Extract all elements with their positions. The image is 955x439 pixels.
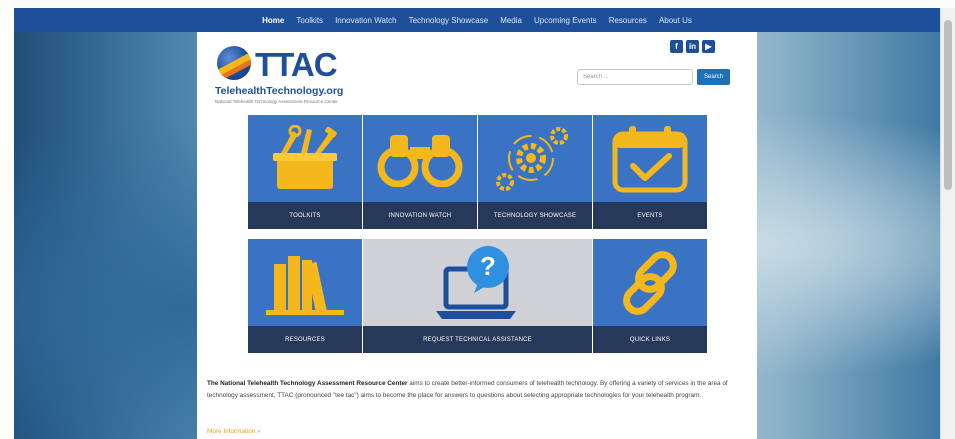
logo-tagline: National Telehealth Technology Assessmen…	[215, 99, 338, 104]
laptop-question-icon: ?	[363, 239, 592, 326]
about-paragraph: The National Telehealth Technology Asses…	[207, 378, 742, 401]
tile-events[interactable]: EVENTS	[593, 115, 707, 229]
gears-icon	[478, 115, 592, 202]
tile-label: QUICK LINKS	[593, 326, 707, 353]
logo-title: TTAC	[255, 46, 338, 83]
tile-request-technical-assistance[interactable]: ? REQUEST TECHNICAL ASSISTANCE	[363, 239, 592, 353]
tile-resources[interactable]: RESOURCES	[248, 239, 362, 353]
search-button[interactable]: Search	[697, 69, 730, 85]
nav-toolkits[interactable]: Toolkits	[296, 16, 323, 25]
nav-media[interactable]: Media	[500, 16, 522, 25]
nav-resources[interactable]: Resources	[609, 16, 647, 25]
linkedin-icon[interactable]: in	[686, 40, 699, 53]
tile-quick-links[interactable]: QUICK LINKS	[593, 239, 707, 353]
tile-technology-showcase[interactable]: TECHNOLOGY SHOWCASE	[478, 115, 592, 229]
scrollbar-thumb[interactable]	[944, 20, 952, 190]
youtube-icon[interactable]: ▶	[702, 40, 715, 53]
ttac-logo[interactable]: TTAC TelehealthTechnology.org National T…	[215, 44, 355, 106]
main-content-panel: TTAC TelehealthTechnology.org National T…	[197, 32, 757, 439]
tile-label: TOOLKITS	[248, 202, 362, 229]
search-input[interactable]	[577, 69, 693, 85]
page-scrollbar[interactable]	[940, 8, 955, 439]
main-navbar: Home Toolkits Innovation Watch Technolog…	[14, 8, 940, 32]
org-name: The National Telehealth Technology Asses…	[207, 380, 408, 387]
binoculars-icon	[363, 115, 477, 202]
nav-innovation-watch[interactable]: Innovation Watch	[335, 16, 397, 25]
calendar-icon	[593, 115, 707, 202]
nav-upcoming-events[interactable]: Upcoming Events	[534, 16, 597, 25]
nav-home[interactable]: Home	[262, 16, 284, 25]
nav-technology-showcase[interactable]: Technology Showcase	[409, 16, 489, 25]
toolbox-icon	[248, 115, 362, 202]
tile-label: RESOURCES	[248, 326, 362, 353]
tile-label: EVENTS	[593, 202, 707, 229]
facebook-icon[interactable]: f	[670, 40, 683, 53]
chain-link-icon	[593, 239, 707, 326]
svg-text:?: ?	[480, 251, 496, 281]
nav-about-us[interactable]: About Us	[659, 16, 692, 25]
tile-label: INNOVATION WATCH	[363, 202, 477, 229]
tile-label: REQUEST TECHNICAL ASSISTANCE	[363, 326, 592, 353]
tile-label: TECHNOLOGY SHOWCASE	[478, 202, 592, 229]
globe-icon	[217, 46, 251, 80]
tile-toolkits[interactable]: TOOLKITS	[248, 115, 362, 229]
tile-innovation-watch[interactable]: INNOVATION WATCH	[363, 115, 477, 229]
social-links: f in ▶	[670, 40, 715, 53]
books-icon	[248, 239, 362, 326]
more-information-link[interactable]: More Information »	[207, 428, 261, 435]
logo-subtitle: TelehealthTechnology.org	[215, 85, 344, 97]
